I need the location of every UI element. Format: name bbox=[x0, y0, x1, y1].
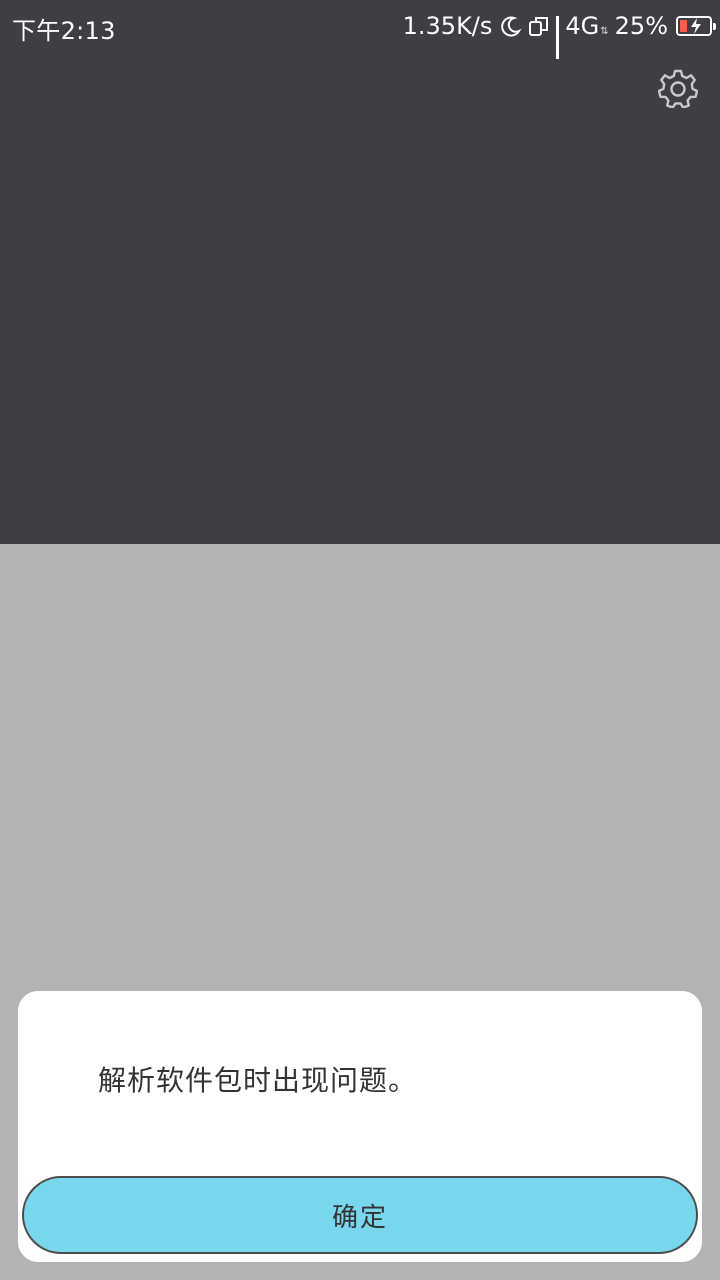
network-type: 4G⇅ bbox=[565, 12, 609, 40]
alert-dialog: 解析软件包时出现问题。 确定 bbox=[18, 991, 702, 1262]
top-panel bbox=[0, 0, 720, 544]
battery-charging-icon bbox=[676, 16, 716, 36]
sim-icon bbox=[528, 15, 550, 37]
gear-icon[interactable] bbox=[657, 68, 699, 109]
net-speed: 1.35K/s bbox=[402, 12, 493, 40]
dialog-message: 解析软件包时出现问题。 bbox=[98, 1064, 418, 1097]
status-time: 下午2:13 bbox=[12, 17, 116, 45]
confirm-button[interactable]: 确定 bbox=[22, 1176, 698, 1254]
moon-icon bbox=[500, 15, 522, 37]
battery-level-fill bbox=[680, 20, 687, 32]
signal-icon bbox=[556, 16, 560, 59]
status-bar: 下午2:13 1.35K/s 4G⇅ 25% bbox=[0, 0, 720, 59]
battery-percent: 25% bbox=[614, 12, 668, 40]
status-indicators: 1.35K/s 4G⇅ 25% bbox=[402, 11, 716, 59]
